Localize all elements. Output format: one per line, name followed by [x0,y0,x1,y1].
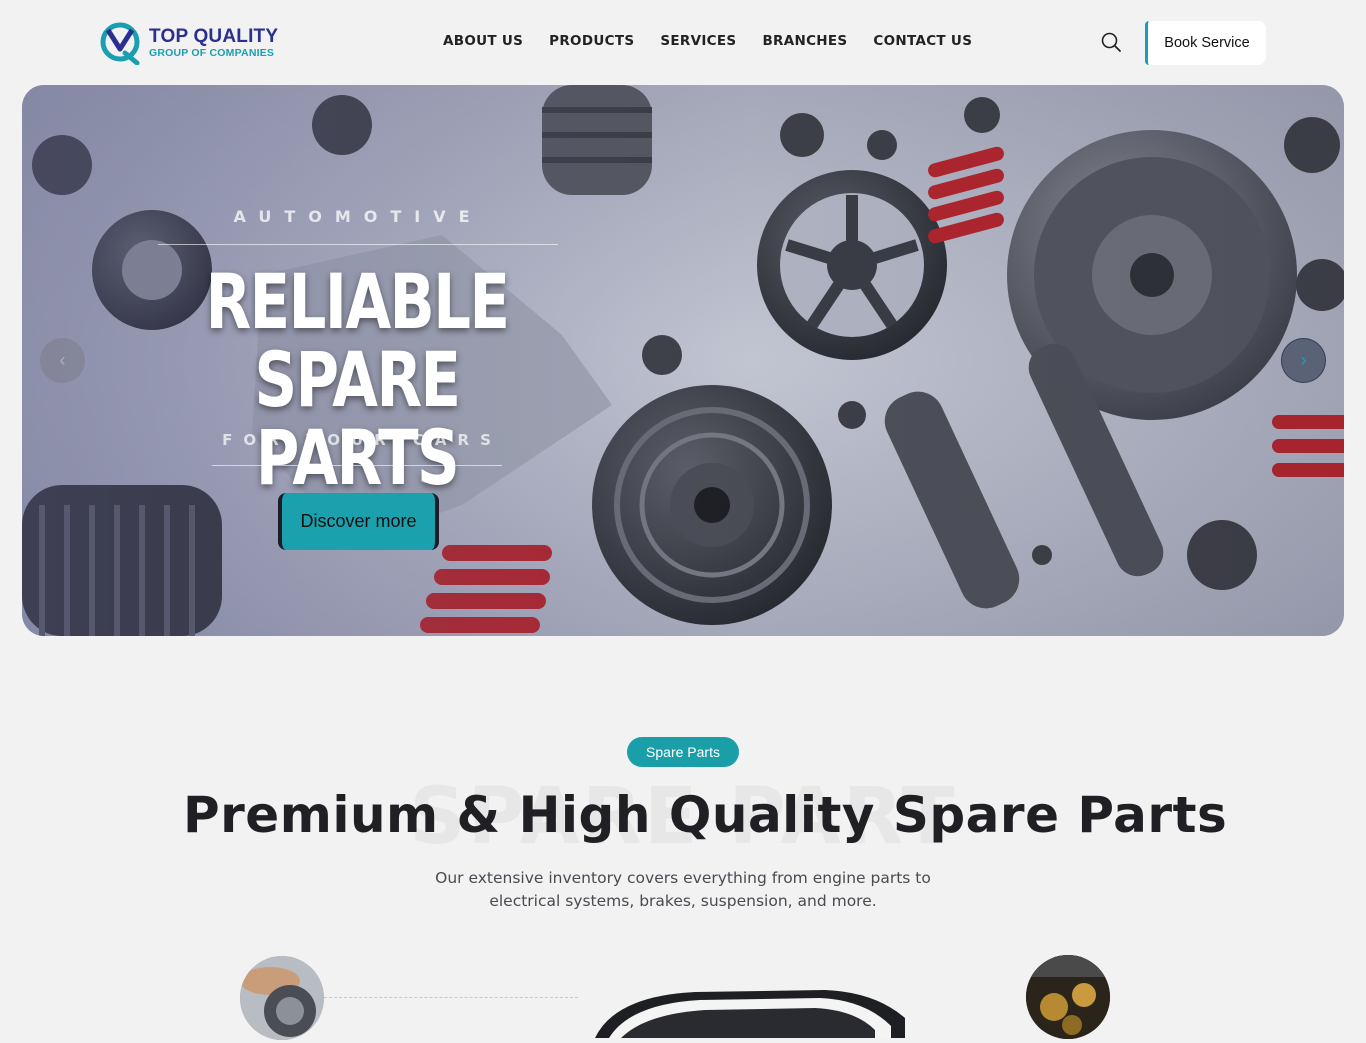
book-service-button[interactable]: Book Service [1145,21,1266,65]
hero-title: RELIABLE SPARE PARTS [182,263,533,497]
nav-services[interactable]: SERVICES [660,33,736,49]
nav-products[interactable]: PRODUCTS [549,33,634,49]
engine-gears-thumbnail[interactable] [1026,955,1110,1039]
site-header: TOP QUALITY GROUP OF COMPANIES ABOUT US … [0,0,1366,85]
logo-title: TOP QUALITY [149,26,279,48]
engine-part-thumbnail[interactable] [240,956,324,1040]
hero-title-line2: SPARE PARTS [254,335,461,502]
hero-kicker: AUTOMOTIVE [233,207,483,226]
car-image [575,978,910,1038]
slider-prev-button[interactable]: ‹ [40,338,85,383]
hero-subtitle: FOR YOUR CARS [222,431,502,449]
hero-slider: AUTOMOTIVE RELIABLE SPARE PARTS FOR YOUR… [22,85,1344,636]
discover-more-button[interactable]: Discover more [278,493,439,550]
hero-title-line1: RELIABLE [205,257,510,346]
logo[interactable]: TOP QUALITY GROUP OF COMPANIES [99,20,289,66]
logo-subtitle: GROUP OF COMPANIES [149,47,275,60]
hero-divider-bottom [212,465,502,466]
hero-divider-top [158,244,558,245]
section-tag: Spare Parts [627,737,739,767]
nav-about-us[interactable]: ABOUT US [443,33,523,49]
chevron-right-icon: › [1300,350,1307,370]
search-icon[interactable] [1100,31,1122,53]
nav-contact-us[interactable]: CONTACT US [873,33,972,49]
slider-next-button[interactable]: › [1281,338,1326,383]
section-description: Our extensive inventory covers everythin… [435,869,931,910]
connector-line [324,997,578,998]
main-nav: ABOUT US PRODUCTS SERVICES BRANCHES CONT… [443,33,972,49]
chevron-left-icon: ‹ [59,350,66,370]
nav-branches[interactable]: BRANCHES [762,33,847,49]
section-title: Premium & High Quality Spare Parts [183,786,1228,844]
logo-mark-icon [99,21,143,66]
